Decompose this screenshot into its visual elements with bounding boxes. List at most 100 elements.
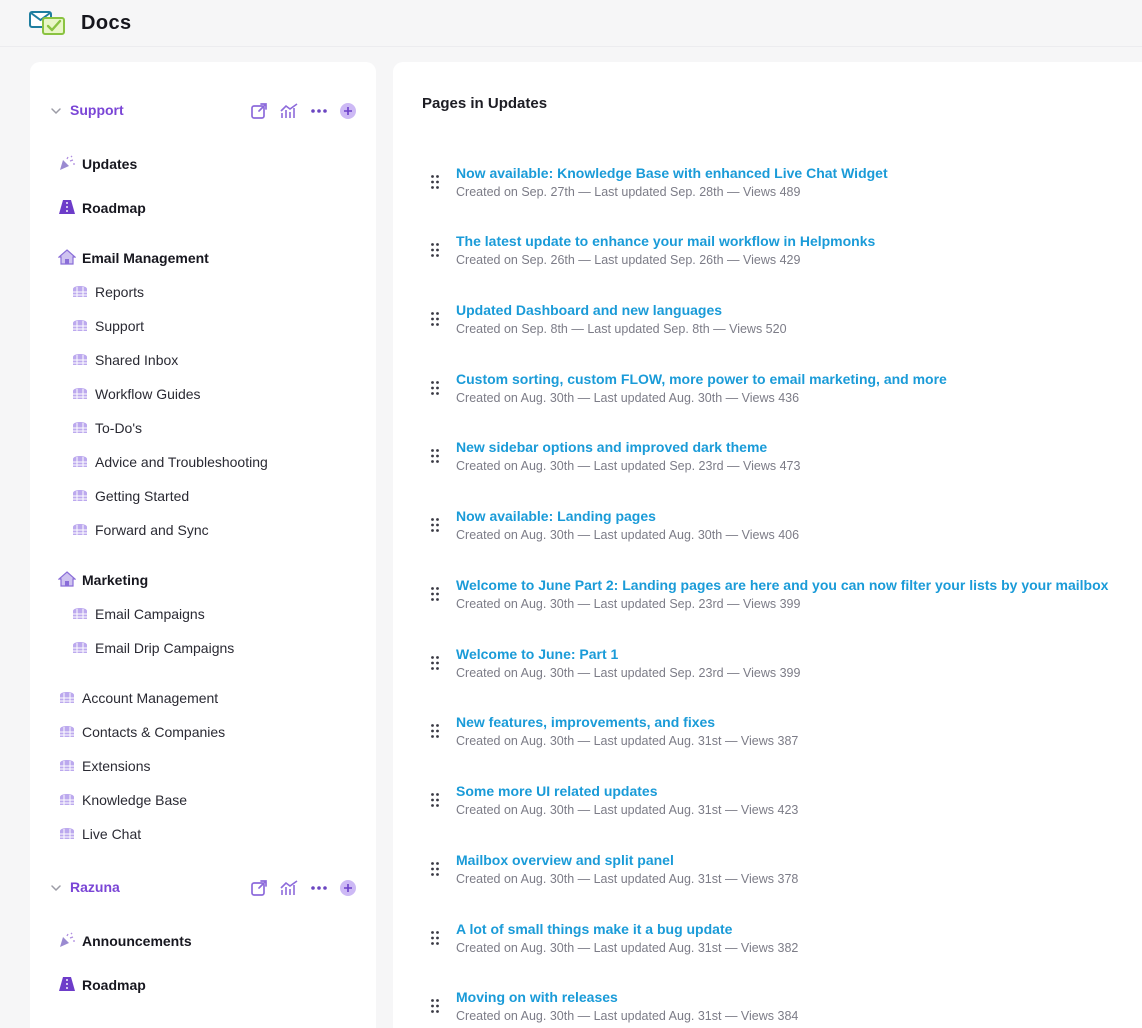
sidebar-item-advice-troubleshooting[interactable]: Advice and Troubleshooting [30,450,376,474]
page-title: Pages in Updates [422,95,548,112]
sidebar-item-label: Roadmap [82,200,146,216]
sidebar-item-roadmap[interactable]: Roadmap [30,196,376,220]
page-link[interactable]: Mailbox overview and split panel [456,852,674,868]
chevron-down-icon[interactable] [50,882,62,894]
sidebar-item-label: Contacts & Companies [82,724,226,740]
sidebar-item-email-campaigns[interactable]: Email Campaigns [30,602,376,626]
page-list-item: Some more UI related updates Created on … [393,780,1142,830]
sidebar-item-label: Forward and Sync [95,522,209,538]
chevron-down-icon[interactable] [50,105,62,117]
sidebar-item-label: To-Do's [95,420,143,436]
drag-handle-icon[interactable] [430,380,440,396]
page-link[interactable]: Now available: Knowledge Base with enhan… [456,165,888,181]
top-bar: Docs [0,0,1142,47]
sidebar-item-knowledge-base[interactable]: Knowledge Base [30,788,376,812]
external-link-icon[interactable] [249,101,269,121]
sidebar-item-label: Extensions [82,758,151,774]
drag-handle-icon[interactable] [430,174,440,190]
app-title: Docs [81,12,132,34]
drag-handle-icon[interactable] [430,311,440,327]
section-actions [249,99,359,123]
page-link[interactable]: Moving on with releases [456,989,618,1005]
drag-handle-icon[interactable] [430,448,440,464]
sidebar-item-shared-inbox[interactable]: Shared Inbox [30,348,376,372]
page-meta: Created on Aug. 30th — Last updated Aug.… [456,734,799,748]
stack-icon [60,828,74,839]
sidebar-item-email-management[interactable]: Email Management [30,246,376,270]
page-list-item: New sidebar options and improved dark th… [393,436,1142,486]
sidebar-item-marketing[interactable]: Marketing [30,568,376,592]
sidebar-item-label: Announcements [82,933,192,949]
sidebar-item-live-chat[interactable]: Live Chat [30,822,376,846]
drag-handle-icon[interactable] [430,242,440,258]
sidebar-item-label: Knowledge Base [82,792,188,808]
sidebar-item-label: Email Drip Campaigns [95,640,235,656]
stack-icon [60,726,74,737]
page-link[interactable]: A lot of small things make it a bug upda… [456,921,732,937]
sidebar-item-label: Support [95,318,145,334]
page-link[interactable]: New features, improvements, and fixes [456,714,715,730]
sidebar-item-roadmap[interactable]: Roadmap [30,973,376,997]
party-popper-icon [60,932,75,947]
page-list-item: The latest update to enhance your mail w… [393,230,1142,280]
page-link[interactable]: Welcome to June Part 2: Landing pages ar… [456,577,1108,593]
page-list-item: Now available: Knowledge Base with enhan… [393,162,1142,212]
page-link[interactable]: Welcome to June: Part 1 [456,646,618,662]
drag-handle-icon[interactable] [430,861,440,877]
stack-icon [73,422,87,433]
page-link[interactable]: Updated Dashboard and new languages [456,302,722,318]
external-link-icon[interactable] [249,878,269,898]
stack-icon [73,490,87,501]
road-icon [59,200,75,214]
sidebar-item-label: Marketing [82,572,149,588]
add-icon[interactable] [338,878,358,898]
sidebar-item-contacts-companies[interactable]: Contacts & Companies [30,720,376,744]
drag-handle-icon[interactable] [430,792,440,808]
sidebar-item-updates[interactable]: Updates [30,152,376,176]
more-icon[interactable] [309,878,329,898]
sidebar-item-reports[interactable]: Reports [30,280,376,304]
more-icon[interactable] [309,101,329,121]
sidebar-item-to-dos[interactable]: To-Do's [30,416,376,440]
sidebar-item-forward-sync[interactable]: Forward and Sync [30,518,376,542]
drag-handle-icon[interactable] [430,930,440,946]
sidebar-item-extensions[interactable]: Extensions [30,754,376,778]
main-panel: Pages in Updates Now available: Knowledg… [393,62,1142,1028]
drag-handle-icon[interactable] [430,998,440,1014]
page-list-item: Welcome to June Part 2: Landing pages ar… [393,574,1142,624]
page-link[interactable]: The latest update to enhance your mail w… [456,233,875,249]
sidebar-item-email-drip-campaigns[interactable]: Email Drip Campaigns [30,636,376,660]
page-meta: Created on Aug. 30th — Last updated Aug.… [456,872,799,886]
stack-icon [73,608,87,619]
page-link[interactable]: Now available: Landing pages [456,508,656,524]
stack-icon [60,692,74,703]
stack-icon [60,760,74,771]
page-link[interactable]: New sidebar options and improved dark th… [456,439,767,455]
page-meta: Created on Aug. 30th — Last updated Sep.… [456,597,801,611]
sidebar-item-support[interactable]: Support [30,314,376,338]
add-icon[interactable] [338,101,358,121]
sidebar-item-label: Updates [82,156,138,172]
sidebar-item-announcements[interactable]: Announcements [30,929,376,953]
drag-handle-icon[interactable] [430,723,440,739]
page-link[interactable]: Some more UI related updates [456,783,658,799]
page-link[interactable]: Custom sorting, custom FLOW, more power … [456,371,947,387]
section-label[interactable]: Razuna [70,879,120,895]
section-header-support[interactable]: Support [30,99,376,123]
sidebar-item-getting-started[interactable]: Getting Started [30,484,376,508]
docs-logo-icon[interactable] [29,9,67,37]
page-meta: Created on Aug. 30th — Last updated Aug.… [456,528,800,542]
sidebar-item-workflow-guides[interactable]: Workflow Guides [30,382,376,406]
drag-handle-icon[interactable] [430,655,440,671]
sidebar: Support Updates Roadmap Email Management… [30,62,376,1028]
drag-handle-icon[interactable] [430,517,440,533]
section-label[interactable]: Support [70,102,124,118]
page-list-item: Moving on with releases Created on Aug. … [393,986,1142,1028]
page-meta: Created on Aug. 30th — Last updated Sep.… [456,666,801,680]
analytics-icon[interactable] [279,878,299,898]
section-header-razuna[interactable]: Razuna [30,876,376,900]
party-popper-icon [60,155,75,170]
analytics-icon[interactable] [279,101,299,121]
drag-handle-icon[interactable] [430,586,440,602]
sidebar-item-account-management[interactable]: Account Management [30,686,376,710]
